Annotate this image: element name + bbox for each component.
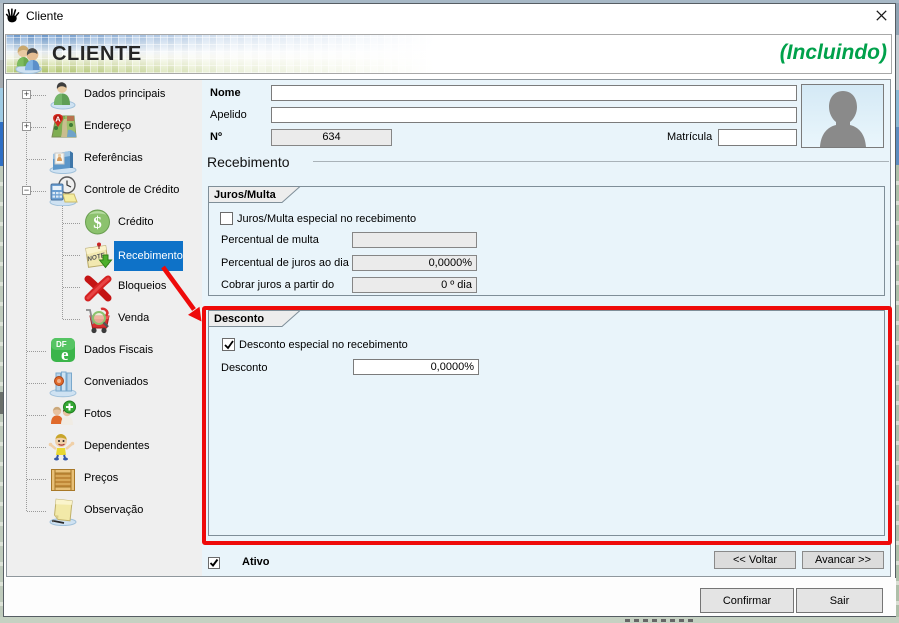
svg-text:A: A <box>55 114 61 123</box>
svg-text:e: e <box>61 345 69 364</box>
svg-text:$: $ <box>93 213 102 232</box>
